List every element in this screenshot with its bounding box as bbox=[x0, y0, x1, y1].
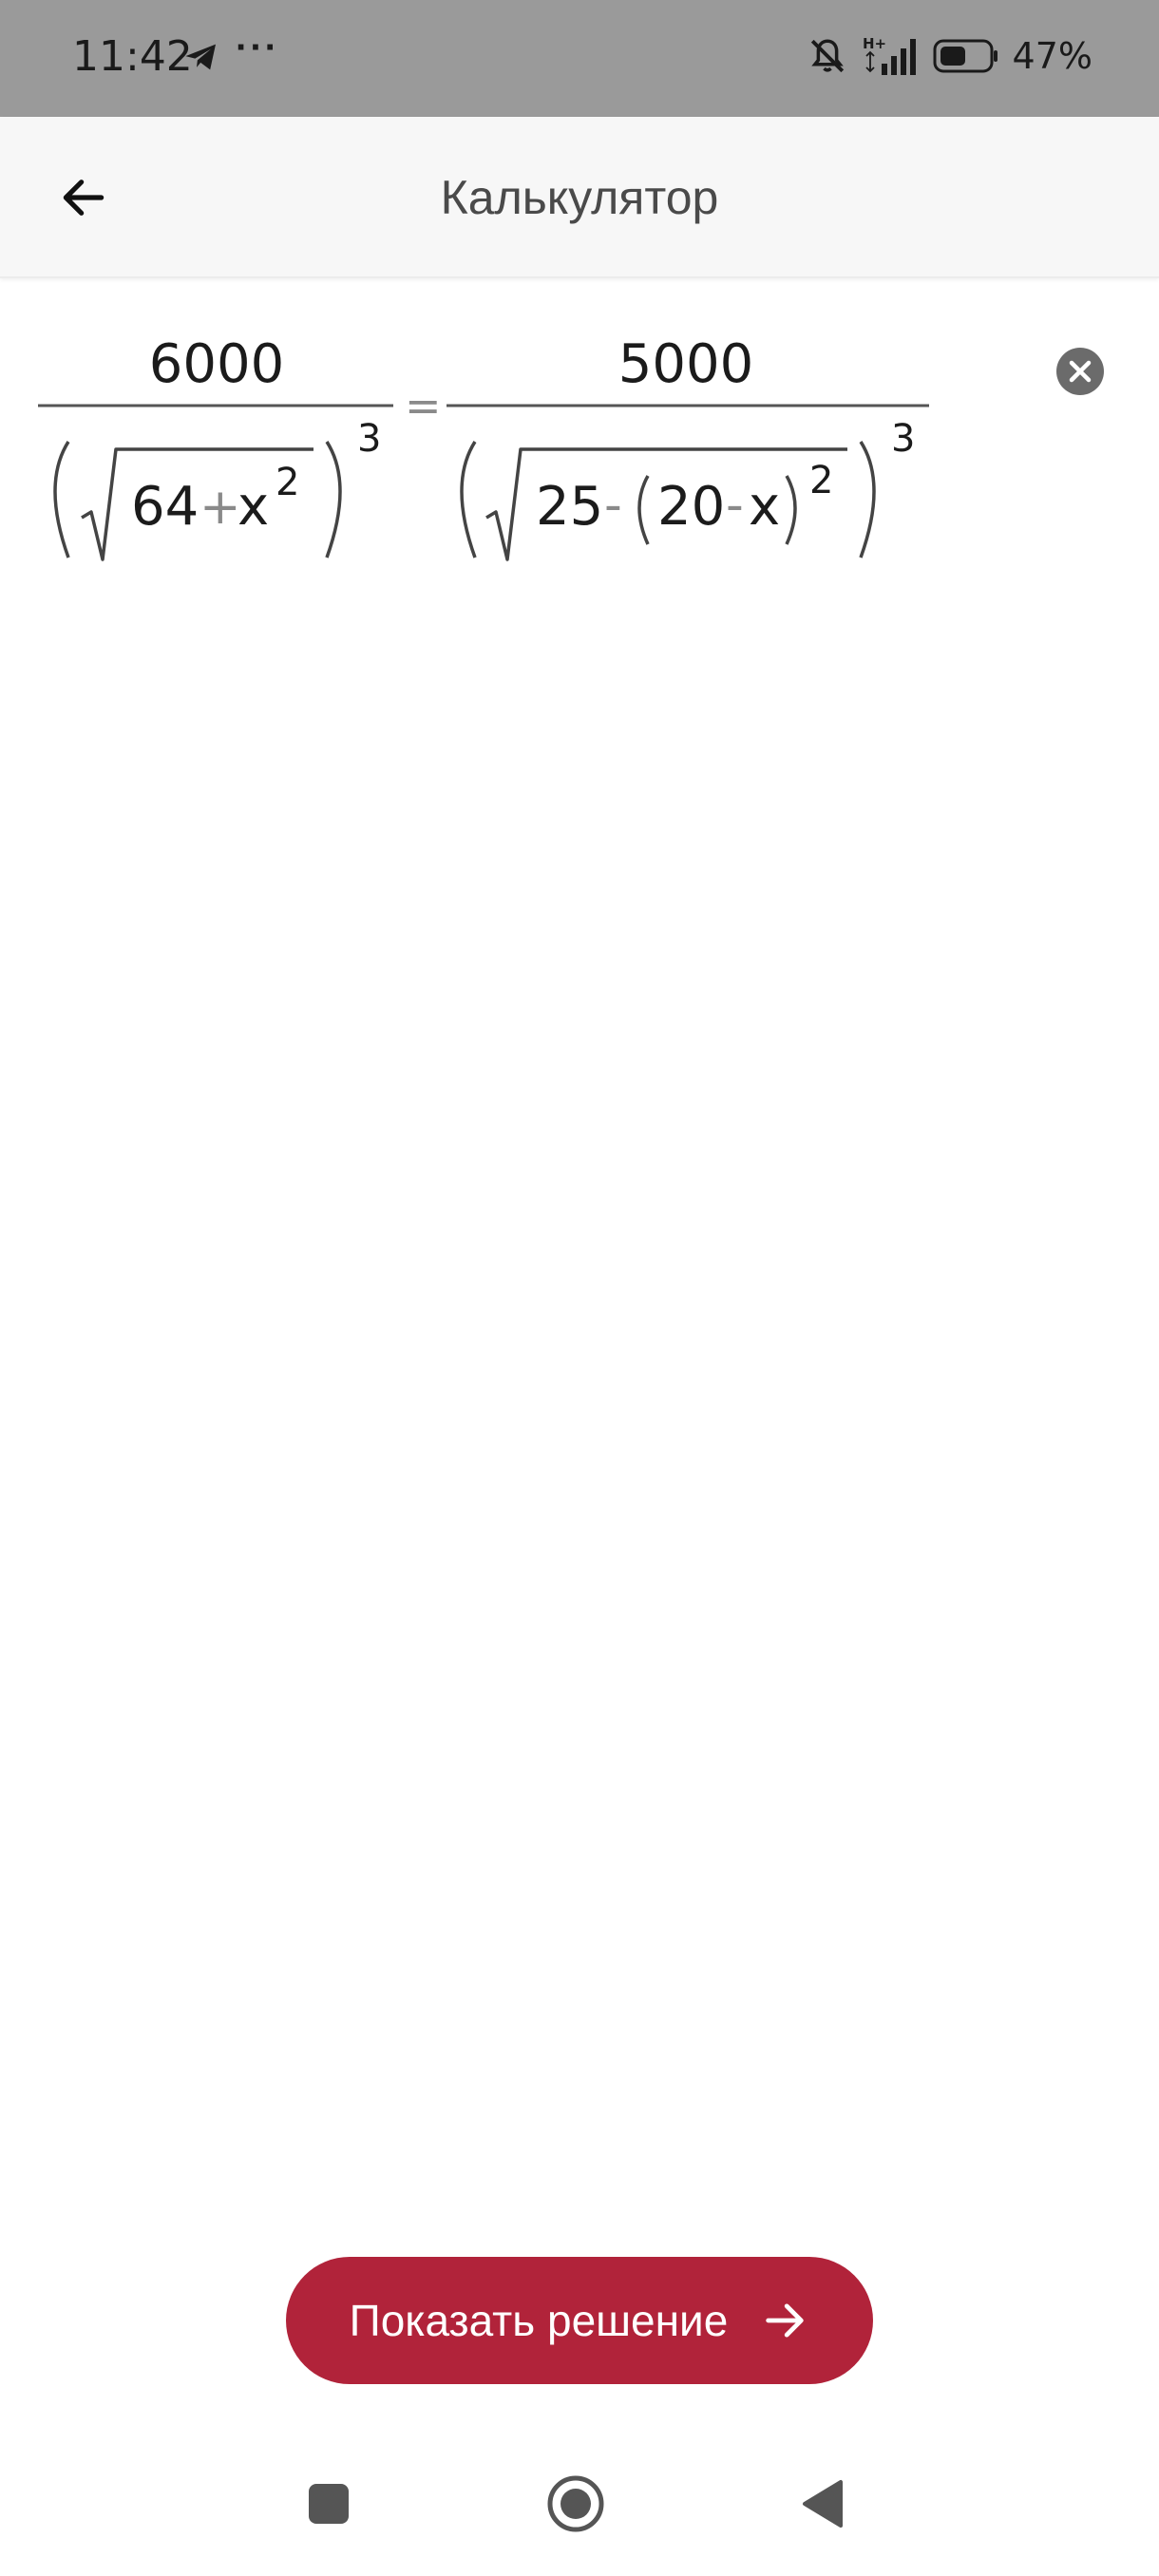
right-inner-close-paren bbox=[785, 475, 797, 545]
left-plus-operator: + bbox=[200, 479, 241, 536]
page-title: Калькулятор bbox=[440, 171, 719, 224]
circle-icon bbox=[547, 2475, 604, 2532]
right-numerator: 5000 bbox=[618, 333, 754, 395]
show-solution-label: Показать решение bbox=[349, 2296, 729, 2345]
bell-off-icon bbox=[810, 39, 844, 73]
formula-display[interactable]: 6000 64 + x 2 3 = 5000 25 - 20 - x 2 3 bbox=[0, 278, 1159, 677]
triangle-back-icon bbox=[803, 2480, 843, 2528]
nav-back-button[interactable] bbox=[766, 2432, 880, 2576]
right-inner-exponent: 2 bbox=[809, 459, 833, 502]
back-button[interactable] bbox=[44, 158, 124, 237]
right-inner-open-paren bbox=[637, 475, 650, 545]
left-numerator: 6000 bbox=[149, 333, 285, 395]
system-navigation-bar bbox=[0, 2432, 1159, 2576]
left-close-paren bbox=[325, 441, 342, 559]
arrow-left-icon bbox=[63, 180, 104, 216]
close-circle-icon bbox=[1056, 348, 1104, 395]
right-radicand-number: 25 bbox=[536, 476, 603, 538]
right-outer-exponent: 3 bbox=[891, 417, 915, 461]
network-type-label: H+ bbox=[863, 35, 886, 52]
left-variable: x bbox=[238, 476, 269, 538]
battery-icon bbox=[933, 39, 998, 73]
right-variable: x bbox=[749, 476, 780, 538]
square-icon bbox=[309, 2484, 349, 2524]
battery-percent: 47% bbox=[1012, 35, 1092, 77]
right-close-paren bbox=[859, 441, 876, 559]
arrow-right-icon bbox=[766, 2303, 805, 2338]
status-bar: 11:42 ··· H+ 47% bbox=[0, 0, 1159, 117]
status-right-group: H+ 47% bbox=[808, 32, 1092, 80]
right-inner-number: 20 bbox=[657, 476, 725, 538]
left-radicand-number: 64 bbox=[131, 476, 199, 538]
app-bar: Калькулятор bbox=[0, 117, 1159, 278]
more-notifications-indicator: ··· bbox=[236, 27, 279, 68]
left-open-paren bbox=[53, 441, 70, 559]
nav-recents-button[interactable] bbox=[272, 2432, 386, 2576]
formula-equation: 6000 64 + x 2 3 = 5000 25 - 20 - x 2 3 bbox=[38, 333, 929, 561]
signal-icon: H+ bbox=[863, 35, 916, 75]
right-open-paren bbox=[460, 441, 477, 559]
left-outer-exponent: 3 bbox=[357, 417, 381, 461]
status-time: 11:42 bbox=[72, 32, 193, 81]
show-solution-button[interactable]: Показать решение bbox=[286, 2257, 873, 2384]
left-inner-exponent: 2 bbox=[276, 461, 299, 504]
clear-formula-button[interactable] bbox=[1054, 346, 1106, 397]
right-minus-operator: - bbox=[604, 477, 622, 534]
equals-sign: = bbox=[405, 380, 442, 431]
right-inner-minus-operator: - bbox=[726, 477, 744, 534]
telegram-icon bbox=[185, 44, 216, 70]
nav-home-button[interactable] bbox=[519, 2432, 633, 2576]
